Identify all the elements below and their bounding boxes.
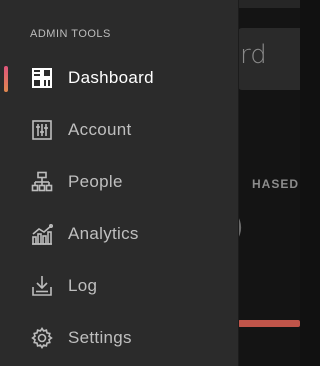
background-progress-bar bbox=[238, 320, 300, 327]
nav-item-analytics[interactable]: Analytics bbox=[0, 208, 238, 260]
background-stat-label: HASED bbox=[252, 177, 300, 191]
nav-item-settings[interactable]: Settings bbox=[0, 312, 238, 364]
dashboard-icon bbox=[30, 66, 54, 90]
analytics-icon bbox=[30, 222, 54, 246]
section-label: ADMIN TOOLS bbox=[30, 28, 111, 40]
nav-item-label: Account bbox=[68, 120, 132, 139]
people-icon bbox=[30, 170, 54, 194]
nav-item-account[interactable]: Account bbox=[0, 104, 238, 156]
background-title-text: rd bbox=[240, 40, 267, 70]
account-icon bbox=[30, 118, 54, 142]
settings-icon bbox=[30, 326, 54, 350]
nav-item-people[interactable]: People bbox=[0, 156, 238, 208]
nav-item-log[interactable]: Log bbox=[0, 260, 238, 312]
nav-item-label: Log bbox=[68, 276, 98, 295]
active-indicator bbox=[4, 66, 8, 92]
nav-item-label: Analytics bbox=[68, 224, 139, 243]
background-topbar bbox=[238, 0, 300, 8]
admin-nav-drawer: ADMIN TOOLS Dashboard Account People Ana… bbox=[0, 0, 239, 366]
nav-item-label: Dashboard bbox=[68, 68, 154, 87]
nav-item-label: People bbox=[68, 172, 123, 191]
nav-item-label: Settings bbox=[68, 328, 132, 347]
log-icon bbox=[30, 274, 54, 298]
nav-item-dashboard[interactable]: Dashboard bbox=[0, 52, 238, 104]
